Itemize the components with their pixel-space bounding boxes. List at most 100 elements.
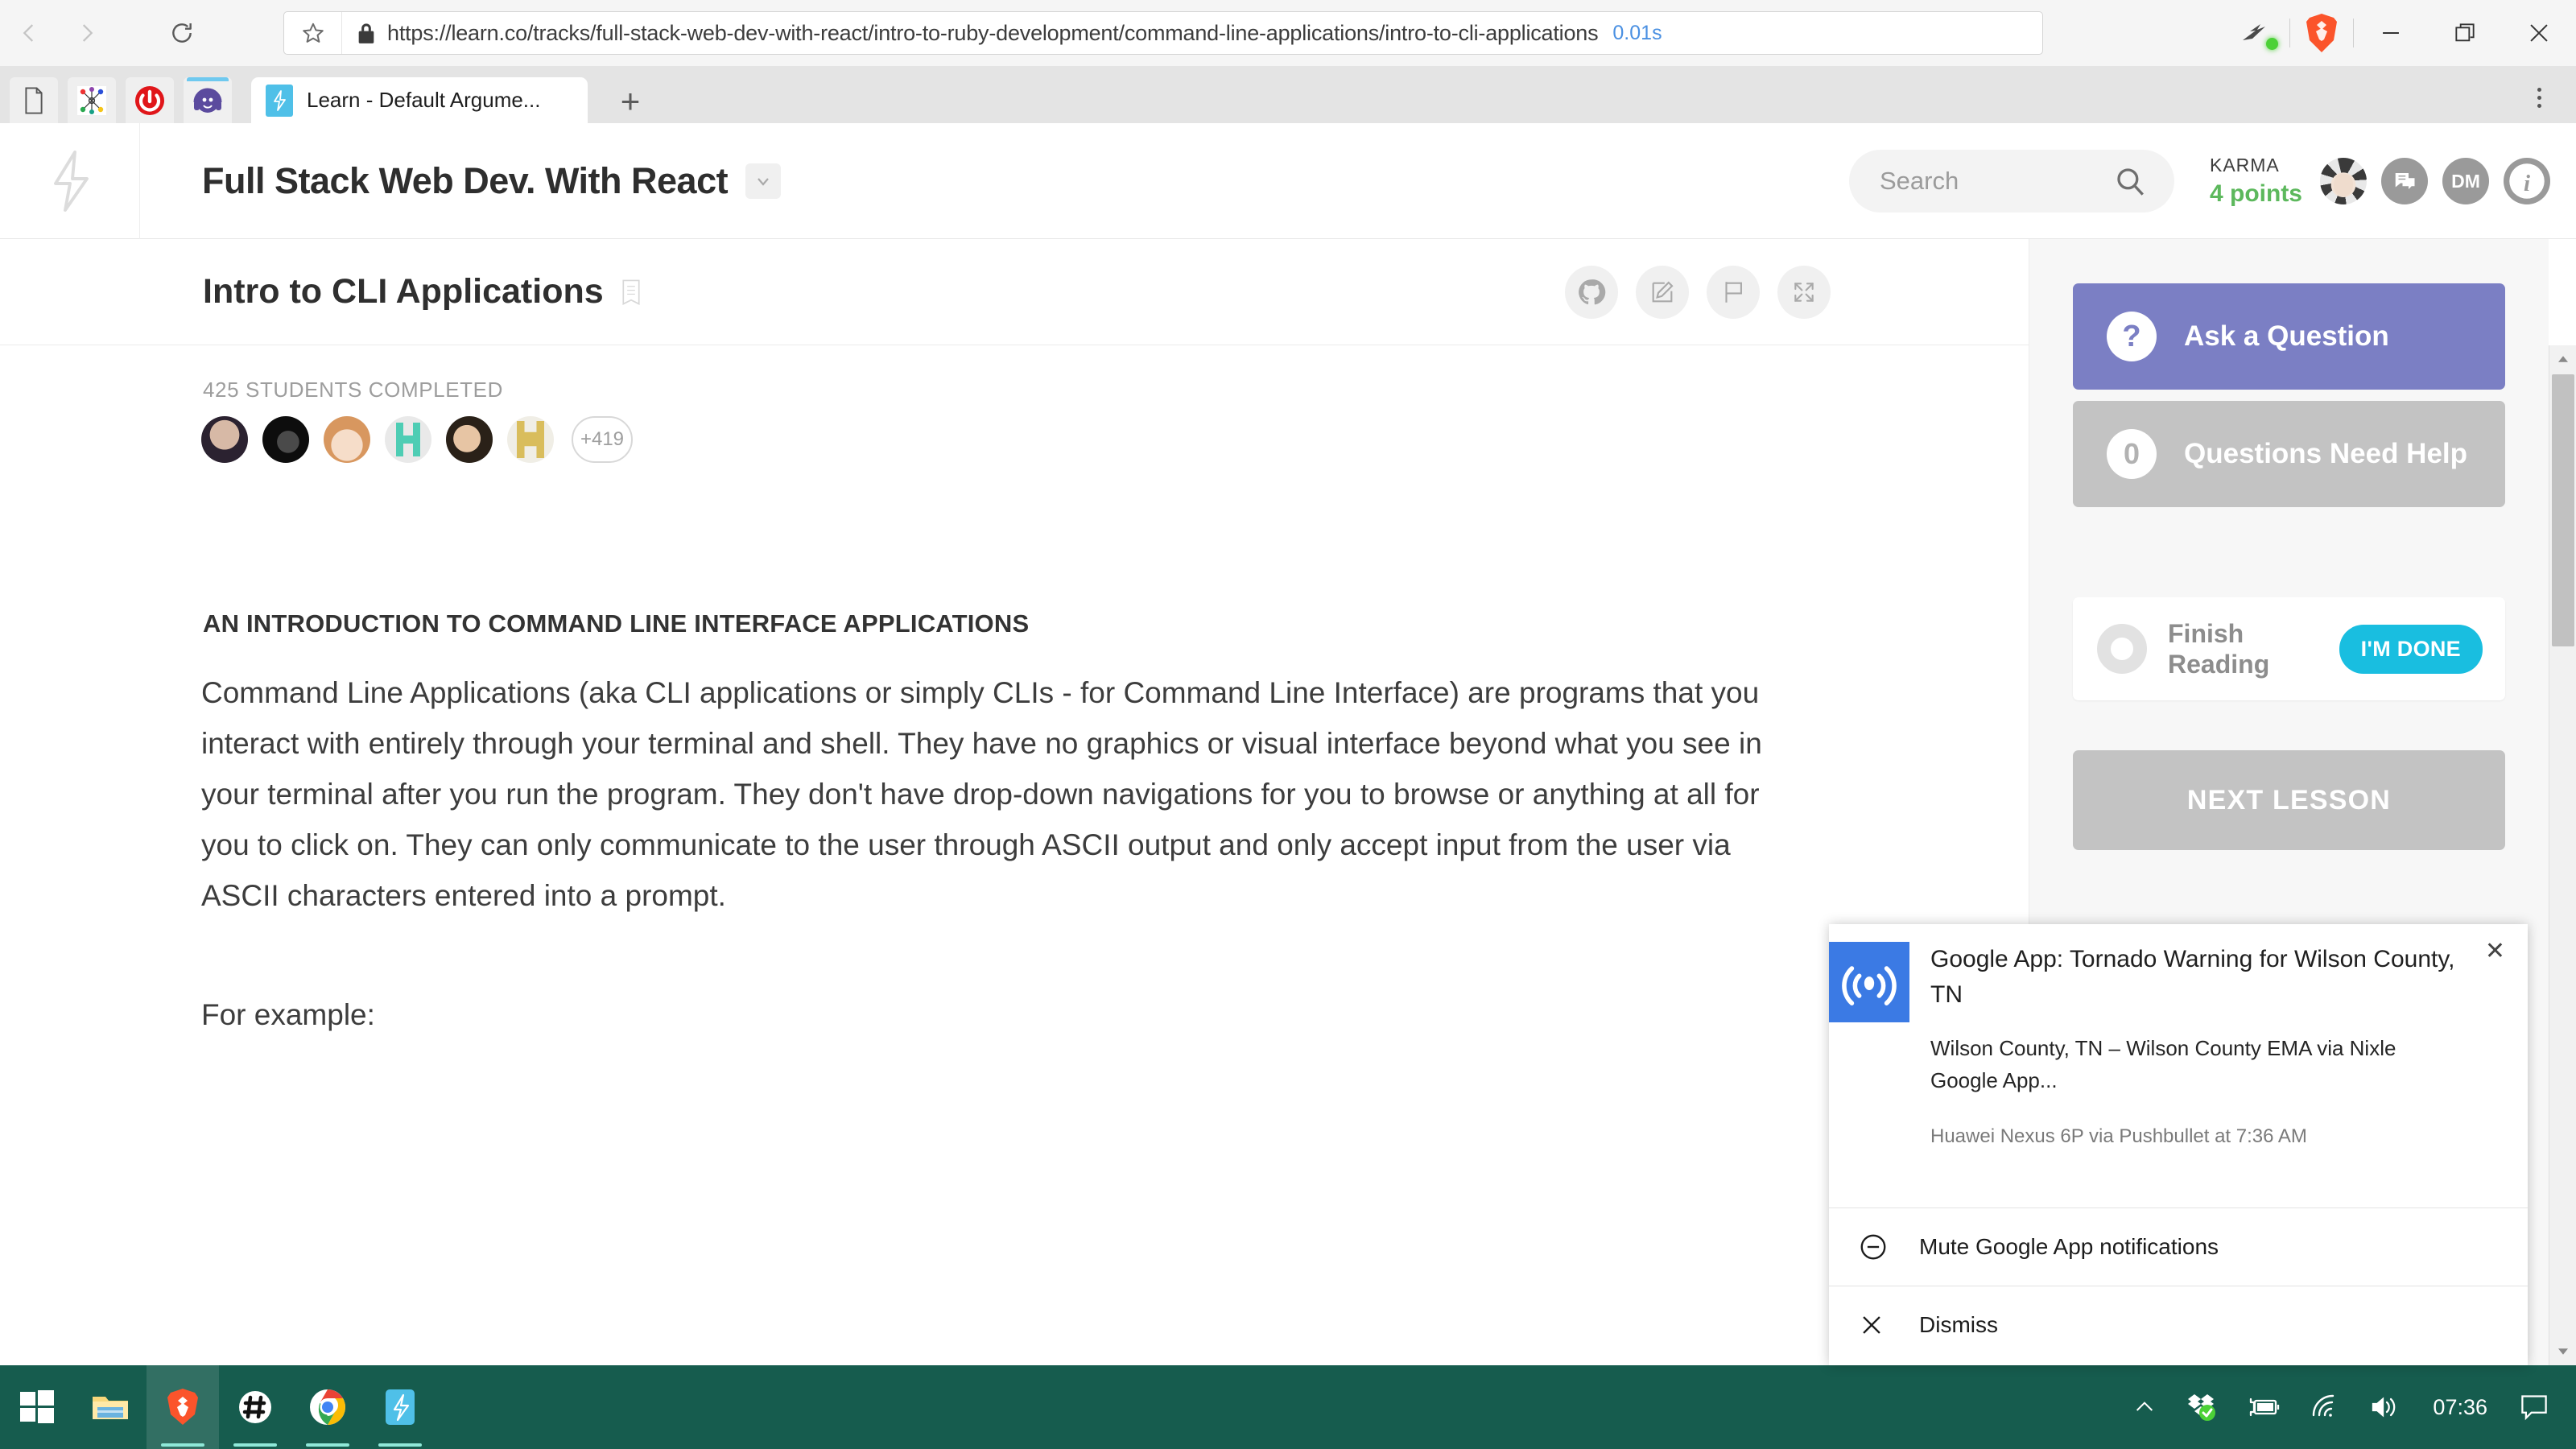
student-avatar[interactable] [385,416,431,463]
pushbullet-extension-icon[interactable] [2227,0,2289,66]
ask-a-question-label: Ask a Question [2184,320,2389,352]
close-window-button[interactable] [2502,0,2576,66]
pinned-tab-headphones[interactable] [184,77,232,123]
pinned-tab-molecule[interactable] [68,77,116,123]
student-avatar[interactable] [446,416,493,463]
chrome-icon [309,1389,346,1426]
headphones-icon [192,85,224,117]
power-icon [134,85,166,117]
pinned-tab-power[interactable] [126,77,174,123]
browser-tab-title: Learn - Default Argume... [307,88,541,112]
document-icon [22,86,46,115]
student-avatar[interactable] [507,416,554,463]
pinned-tab-document[interactable] [10,77,58,123]
finish-reading-label: Finish Reading [2168,619,2270,679]
edit-pencil-icon[interactable] [1636,265,1689,319]
learn-bolt-favicon [266,84,293,117]
readme-icon[interactable] [620,279,642,306]
slack-button[interactable] [219,1365,291,1449]
tab-strip: Learn - Default Argume... + [0,66,2576,123]
page-load-time: 0.01s [1612,21,1662,44]
maximize-window-button[interactable] [2428,0,2502,66]
expand-arrows-icon[interactable] [1777,265,1831,319]
battery-tray-icon[interactable] [2231,1365,2296,1449]
flag-icon[interactable] [1707,265,1760,319]
scroll-down-arrow[interactable] [2549,1338,2576,1365]
dropbox-tray-icon[interactable] [2172,1365,2231,1449]
chevron-down-icon[interactable] [745,163,782,199]
system-tray: 07:36 [2117,1365,2576,1449]
student-avatar[interactable] [324,416,370,463]
windows-logo-icon [20,1390,54,1424]
close-icon[interactable]: ✕ [2485,937,2505,965]
question-mark-icon: ? [2107,312,2157,361]
minimize-window-button[interactable] [2354,0,2428,66]
browser-tab-active[interactable]: Learn - Default Argume... [251,77,588,123]
forward-button[interactable] [58,4,116,62]
ask-a-question-button[interactable]: ? Ask a Question [2073,283,2505,390]
body-paragraph-2: For example: [201,998,375,1031]
github-icon[interactable] [1565,265,1618,319]
mute-notifications-label: Mute Google App notifications [1919,1234,2219,1259]
chat-button[interactable] [2381,158,2428,204]
notification-body: Google App: Tornado Warning for Wilson C… [1930,942,2528,1208]
content-scrollbar[interactable] [2549,345,2576,1365]
notification-title: Google App: Tornado Warning for Wilson C… [1930,946,2455,1008]
mute-notifications-action[interactable]: Mute Google App notifications [1829,1208,2528,1286]
chrome-button[interactable] [291,1365,364,1449]
brave-browser-button[interactable] [147,1365,219,1449]
next-lesson-button[interactable]: NEXT LESSON [2073,750,2505,850]
student-avatar[interactable] [201,416,248,463]
molecule-icon [77,85,106,115]
notification-main: Google App: Tornado Warning for Wilson C… [1829,924,2528,1208]
notification-text-2: Google App... [1930,1068,2058,1092]
search-icon[interactable] [2113,164,2147,198]
section-heading: AN INTRODUCTION TO COMMAND LINE INTERFAC… [203,609,1030,638]
search-placeholder: Search [1879,167,1959,195]
info-button[interactable]: i [2504,158,2550,204]
questions-need-help-label: Questions Need Help [2184,438,2468,469]
brave-shield-icon[interactable] [2290,0,2353,66]
bookmark-star-icon[interactable] [284,12,342,54]
reload-button[interactable] [153,4,211,62]
address-bar[interactable]: https://learn.co/tracks/full-stack-web-d… [283,11,2043,55]
questions-need-help-button[interactable]: 0 Questions Need Help [2073,401,2505,507]
students-avatars: +419 [201,416,633,463]
scrollbar-thumb[interactable] [2552,374,2574,646]
scroll-up-arrow[interactable] [2549,345,2576,373]
learn-logo[interactable] [0,123,140,239]
learn-bolt-icon [384,1388,416,1426]
finish-reading-card: Finish Reading I'M DONE [2073,597,2505,700]
file-explorer-button[interactable] [74,1365,147,1449]
new-tab-button[interactable]: + [609,80,652,123]
volume-tray-icon[interactable] [2355,1365,2415,1449]
back-button[interactable] [0,4,58,62]
notification-text-1: Wilson County, TN – Wilson County EMA vi… [1930,1036,2396,1060]
lock-icon [357,22,376,44]
progress-ring-icon [2097,624,2147,674]
search-input[interactable]: Search [1848,150,2174,213]
mute-circle-icon [1858,1232,1901,1262]
im-done-button[interactable]: I'M DONE [2339,624,2483,674]
lesson-actions [1565,265,1831,319]
learn-button[interactable] [364,1365,436,1449]
dismiss-label: Dismiss [1919,1312,1998,1337]
browser-menu-button[interactable] [2523,80,2555,115]
taskbar-clock[interactable]: 07:36 [2415,1395,2505,1420]
body-paragraph-1: Command Line Applications (aka CLI appli… [201,676,1762,912]
svg-text:i: i [2524,171,2530,196]
notification-icon-wrap [1829,942,1930,1208]
notification-meta: Huawei Nexus 6P via Pushbullet at 7:36 A… [1930,1125,2307,1147]
student-avatar[interactable] [262,416,309,463]
karma-label: KARMA [2209,155,2280,175]
avatar[interactable] [2320,158,2367,204]
start-button[interactable] [0,1365,74,1449]
dismiss-action[interactable]: Dismiss [1829,1286,2528,1364]
page-title: Intro to CLI Applications [203,272,604,311]
wifi-tray-icon[interactable] [2296,1365,2355,1449]
dm-button[interactable]: DM [2442,158,2489,204]
show-hidden-icons-button[interactable] [2117,1365,2172,1449]
action-center-button[interactable] [2505,1365,2576,1449]
brave-lion-icon [166,1388,200,1426]
students-more-count[interactable]: +419 [572,416,633,463]
